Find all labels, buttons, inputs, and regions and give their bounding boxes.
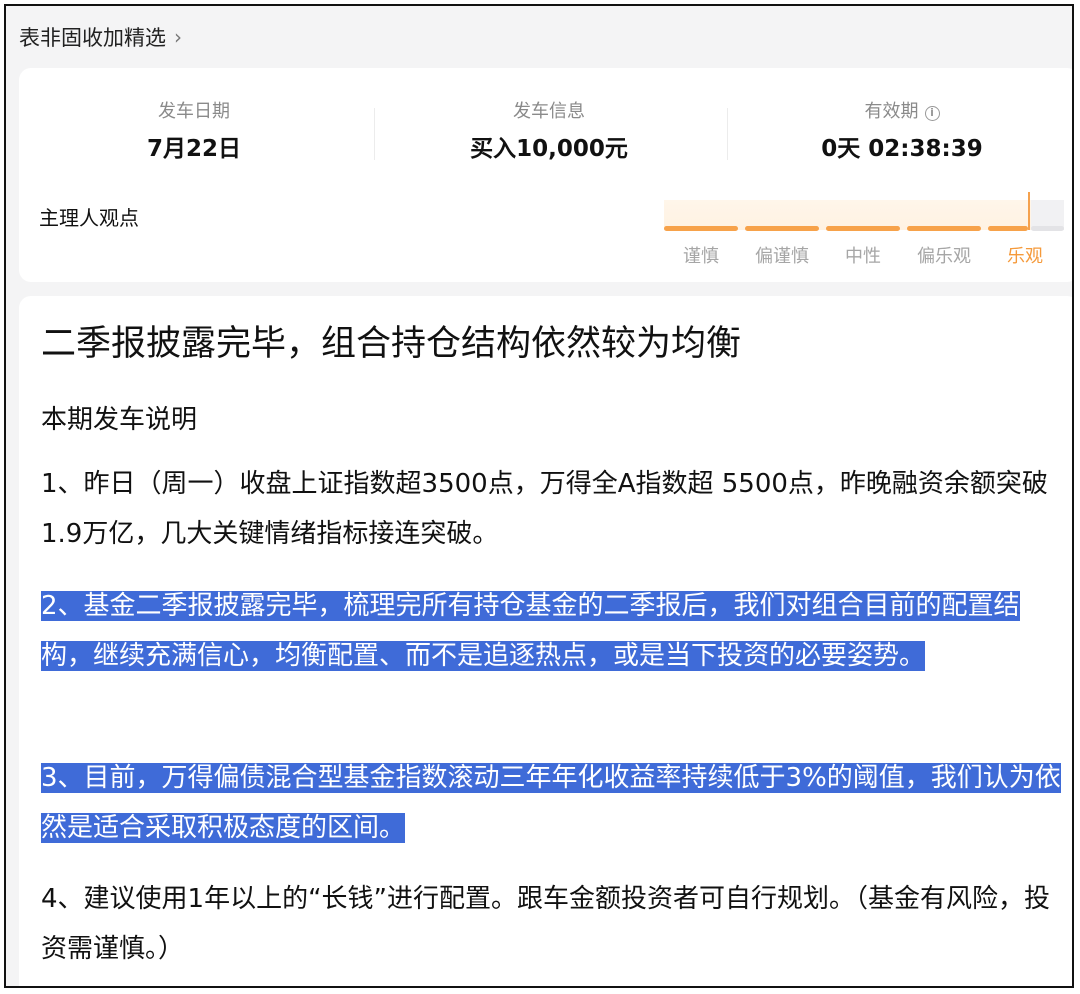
meter-level-label: 偏乐观 [917,246,971,267]
section-heading: 本期发车说明 [41,405,198,435]
article-paragraph: 4、建议使用1年以上的“长钱”进行配置。跟车金额投资者可自行规划。（基金有风险，… [41,874,1061,974]
meter-level-label-selected: 乐观 [1007,246,1043,267]
meter-segment [1031,226,1064,231]
stat-departure-date: 发车日期 7月22日 [19,98,369,164]
meter-segment [988,226,1028,231]
highlighted-text: 3、目前，万得偏债混合型基金指数滚动三年年化收益率持续低于3%的阈值，我们认为依… [41,763,1061,843]
opinion-meter: 谨慎 偏谨慎 中性 偏乐观 乐观 [664,192,1064,270]
opinion-label: 主理人观点 [39,206,139,230]
stat-label: 有效期 i [727,98,1072,126]
stat-validity: 有效期 i 0天 02:38:39 [727,98,1072,164]
meter-segment [907,226,981,231]
breadcrumb[interactable]: 表非固收加精选 › [19,20,182,54]
paragraph-text: 4、建议使用1年以上的“长钱”进行配置。跟车金额投资者可自行规划。（基金有风险，… [41,884,1051,964]
meter-segment [826,226,900,231]
article-title: 二季报披露完毕，组合持仓结构依然较为均衡 [41,324,742,364]
meter-level-label: 偏谨慎 [755,246,809,267]
meter-indicator [1028,192,1030,230]
app-frame: 表非固收加精选 › 发车日期 7月22日 发车信息 买入10,000元 有效期 i… [4,4,1074,988]
meter-level-label: 中性 [845,246,881,267]
trip-info-card: 发车日期 7月22日 发车信息 买入10,000元 有效期 i 0天 02:38:… [19,68,1072,282]
info-circle-icon[interactable]: i [924,106,940,121]
article-paragraph: 1、昨日（周一）收盘上证指数超3500点，万得全A指数超 5500点，昨晚融资余… [41,459,1061,559]
paragraph-text: 1、昨日（周一）收盘上证指数超3500点，万得全A指数超 5500点，昨晚融资余… [41,469,1048,549]
highlighted-text: 2、基金二季报披露完毕，梳理完所有持仓基金的二季报后，我们对组合目前的配置结构，… [41,591,1020,671]
stat-departure-info: 发车信息 买入10,000元 [374,98,724,164]
stat-value: 0天 02:38:39 [821,136,983,162]
stat-label: 发车信息 [513,101,585,122]
meter-level-label: 谨慎 [683,246,719,267]
article-card: 二季报披露完毕，组合持仓结构依然较为均衡 本期发车说明 1、昨日（周一）收盘上证… [19,296,1072,986]
meter-segment [664,226,738,231]
article-paragraph-highlighted: 3、目前，万得偏债混合型基金指数滚动三年年化收益率持续低于3%的阈值，我们认为依… [41,753,1061,853]
stat-label: 发车日期 [158,101,230,122]
stat-value: 买入10,000元 [470,136,628,162]
meter-segment [745,226,819,231]
article-paragraph-highlighted: 2、基金二季报披露完毕，梳理完所有持仓基金的二季报后，我们对组合目前的配置结构，… [41,581,1061,681]
stat-label-text: 有效期 [864,101,919,122]
stat-value: 7月22日 [146,136,241,162]
chevron-right-icon: › [174,25,182,49]
breadcrumb-label: 表非固收加精选 [19,26,166,50]
